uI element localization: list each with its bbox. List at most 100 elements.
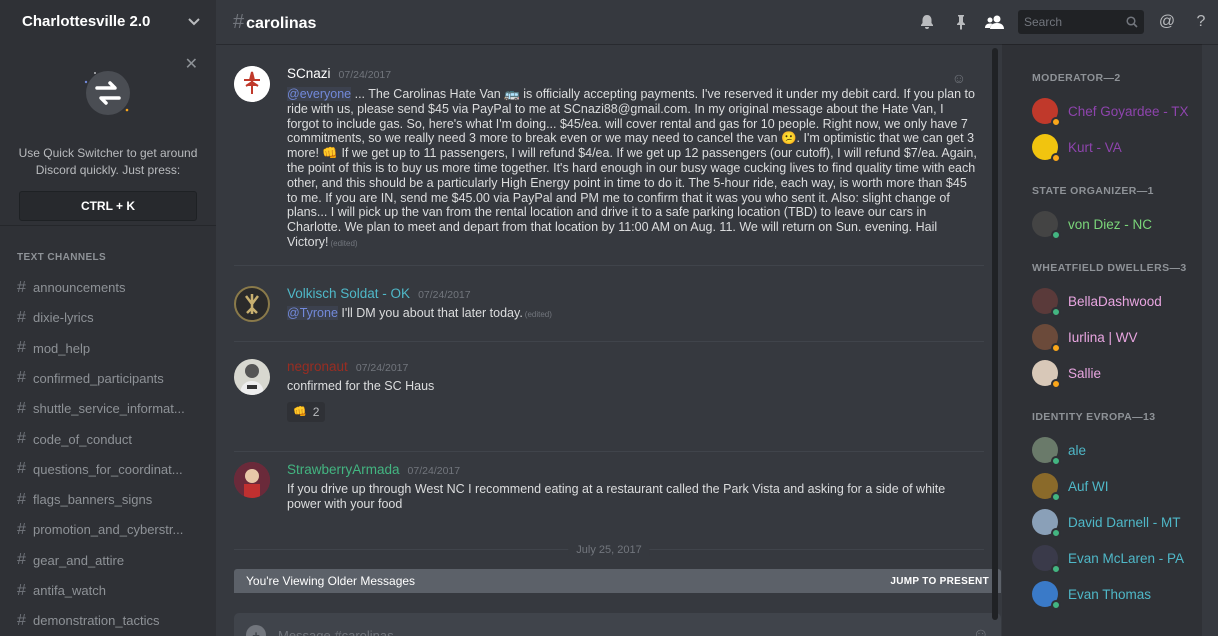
channel-item[interactable]: # questions_for_coordinat... <box>0 454 216 484</box>
channel-item[interactable]: # demonstration_tactics <box>0 606 216 636</box>
user-avatar[interactable] <box>234 286 270 322</box>
message-content: @Tyrone I'll DM you about that later tod… <box>287 306 977 323</box>
mention[interactable]: @everyone <box>287 87 352 101</box>
emoji-icon[interactable]: ☺ <box>973 626 989 636</box>
channel-item[interactable]: # code_of_conduct <box>0 424 216 454</box>
scrollbar-thumb[interactable] <box>992 48 998 620</box>
member-name: Auf WI <box>1068 478 1109 494</box>
composer-placeholder: Message #carolinas <box>278 627 394 636</box>
member-item[interactable]: von Diez - NC <box>1014 206 1202 242</box>
older-messages-bar[interactable]: You're Viewing Older Messages JUMP TO PR… <box>234 569 1001 593</box>
date-divider: July 25, 2017 <box>234 544 984 556</box>
member-name: Chef Goyardee - TX <box>1068 103 1189 119</box>
hash-icon: # <box>17 278 26 296</box>
channel-item[interactable]: # shuttle_service_informat... <box>0 394 216 424</box>
channel-label: announcements <box>33 280 126 296</box>
message-timestamp: 07/24/2017 <box>338 69 392 81</box>
role-header: MODERATOR—2 <box>1032 72 1121 84</box>
channel-header: # carolinas Search @ ? <box>216 0 1218 44</box>
member-name: Kurt - VA <box>1068 139 1122 155</box>
channel-item[interactable]: # confirmed_participants <box>0 363 216 393</box>
member-item[interactable]: Auf WI <box>1014 468 1202 504</box>
members-icon[interactable] <box>978 10 1012 34</box>
hash-icon: # <box>17 581 26 599</box>
mentions-icon[interactable]: @ <box>1150 10 1184 34</box>
channel-label: mod_help <box>33 340 91 356</box>
member-name: Evan McLaren - PA <box>1068 550 1185 566</box>
user-avatar[interactable] <box>234 66 270 102</box>
channel-item[interactable]: # announcements <box>0 272 216 302</box>
add-reaction-icon[interactable]: ☺ <box>952 70 966 86</box>
scrollbar[interactable] <box>988 44 1002 636</box>
hash-icon: # <box>17 339 26 357</box>
user-avatar[interactable] <box>234 462 270 498</box>
hash-icon: # <box>17 490 26 508</box>
server-header[interactable]: Charlottesville 2.0 <box>0 0 216 42</box>
status-indicator <box>1051 528 1061 538</box>
channel-item[interactable]: # mod_help <box>0 333 216 363</box>
channel-label: demonstration_tactics <box>33 613 160 629</box>
status-indicator <box>1051 153 1061 163</box>
jump-to-present-button[interactable]: JUMP TO PRESENT <box>890 576 989 587</box>
status-indicator <box>1051 492 1061 502</box>
message-author[interactable]: SCnazi <box>287 66 331 81</box>
message: negronaut 07/24/2017 confirmed for the SC… <box>234 342 984 452</box>
channel-item[interactable]: # promotion_and_cyberstr... <box>0 515 216 545</box>
status-indicator <box>1051 564 1061 574</box>
message: Volkisch Soldat - OK 07/24/2017 @Tyrone I… <box>234 266 984 342</box>
chevron-down-icon <box>188 14 200 29</box>
status-indicator <box>1051 456 1061 466</box>
date-divider-label: July 25, 2017 <box>568 544 650 556</box>
member-list: MODERATOR—2 Chef Goyardee - TX Kurt - VA ST… <box>1002 44 1202 636</box>
member-name: Evan Thomas <box>1068 586 1152 602</box>
member-item[interactable]: ale <box>1014 432 1202 468</box>
message-text: I'll DM you about that later today. <box>337 306 523 320</box>
message-author[interactable]: StrawberryArmada <box>287 462 400 477</box>
status-indicator <box>1051 307 1061 317</box>
member-item[interactable]: Sallie <box>1014 355 1202 391</box>
pin-icon[interactable] <box>944 10 978 34</box>
channel-name: carolinas <box>246 14 317 32</box>
channel-sidebar: Charlottesville 2.0 ✕ Use Quick Switcher… <box>0 0 216 636</box>
channel-label: questions_for_coordinat... <box>33 461 183 477</box>
member-item[interactable]: Evan McLaren - PA <box>1014 540 1202 576</box>
close-icon[interactable]: ✕ <box>185 54 198 74</box>
message-author[interactable]: Volkisch Soldat - OK <box>287 286 410 301</box>
user-avatar[interactable] <box>234 359 270 395</box>
channel-item[interactable]: # flags_banners_signs <box>0 485 216 515</box>
reaction[interactable]: 👊 2 <box>287 401 326 422</box>
search-icon <box>1126 16 1138 28</box>
switcher-tip-line2: Discord quickly. Just press: <box>35 163 181 178</box>
member-avatar <box>1032 98 1061 127</box>
status-indicator <box>1051 379 1061 389</box>
member-name: David Darnell - MT <box>1068 514 1181 530</box>
message-input[interactable]: + Message #carolinas ☺ <box>234 613 1001 636</box>
message-author[interactable]: negronaut <box>287 359 348 374</box>
help-icon[interactable]: ? <box>1184 10 1218 34</box>
member-item[interactable]: Chef Goyardee - TX <box>1014 93 1202 129</box>
member-item[interactable]: BellaDashwood <box>1014 283 1202 319</box>
channel-item[interactable]: # antifa_watch <box>0 575 216 605</box>
hash-icon: # <box>17 551 26 569</box>
channel-label: code_of_conduct <box>33 431 133 447</box>
hash-icon: # <box>233 10 245 33</box>
member-avatar <box>1032 545 1061 574</box>
mention[interactable]: @Tyrone <box>287 306 338 320</box>
message: SCnazi 07/24/2017 @everyone ... The Carol… <box>234 44 984 266</box>
bell-icon[interactable] <box>910 10 944 34</box>
member-avatar <box>1032 288 1061 317</box>
channel-label: flags_banners_signs <box>33 492 153 508</box>
edited-label: (edited) <box>330 238 358 248</box>
member-item[interactable]: Evan Thomas <box>1014 576 1202 612</box>
message-timestamp: 07/24/2017 <box>418 289 471 301</box>
channel-category[interactable]: TEXT CHANNELS <box>0 252 216 266</box>
channel-item[interactable]: # gear_and_attire <box>0 545 216 575</box>
member-item[interactable]: Iurlina | WV <box>1014 319 1202 355</box>
upload-icon[interactable]: + <box>246 625 266 636</box>
member-item[interactable]: David Darnell - MT <box>1014 504 1202 540</box>
search-input[interactable]: Search <box>1018 10 1144 34</box>
member-item[interactable]: Kurt - VA <box>1014 129 1202 165</box>
channel-label: dixie-lyrics <box>33 310 94 326</box>
channel-item[interactable]: # dixie-lyrics <box>0 303 216 333</box>
hash-icon: # <box>17 308 26 326</box>
